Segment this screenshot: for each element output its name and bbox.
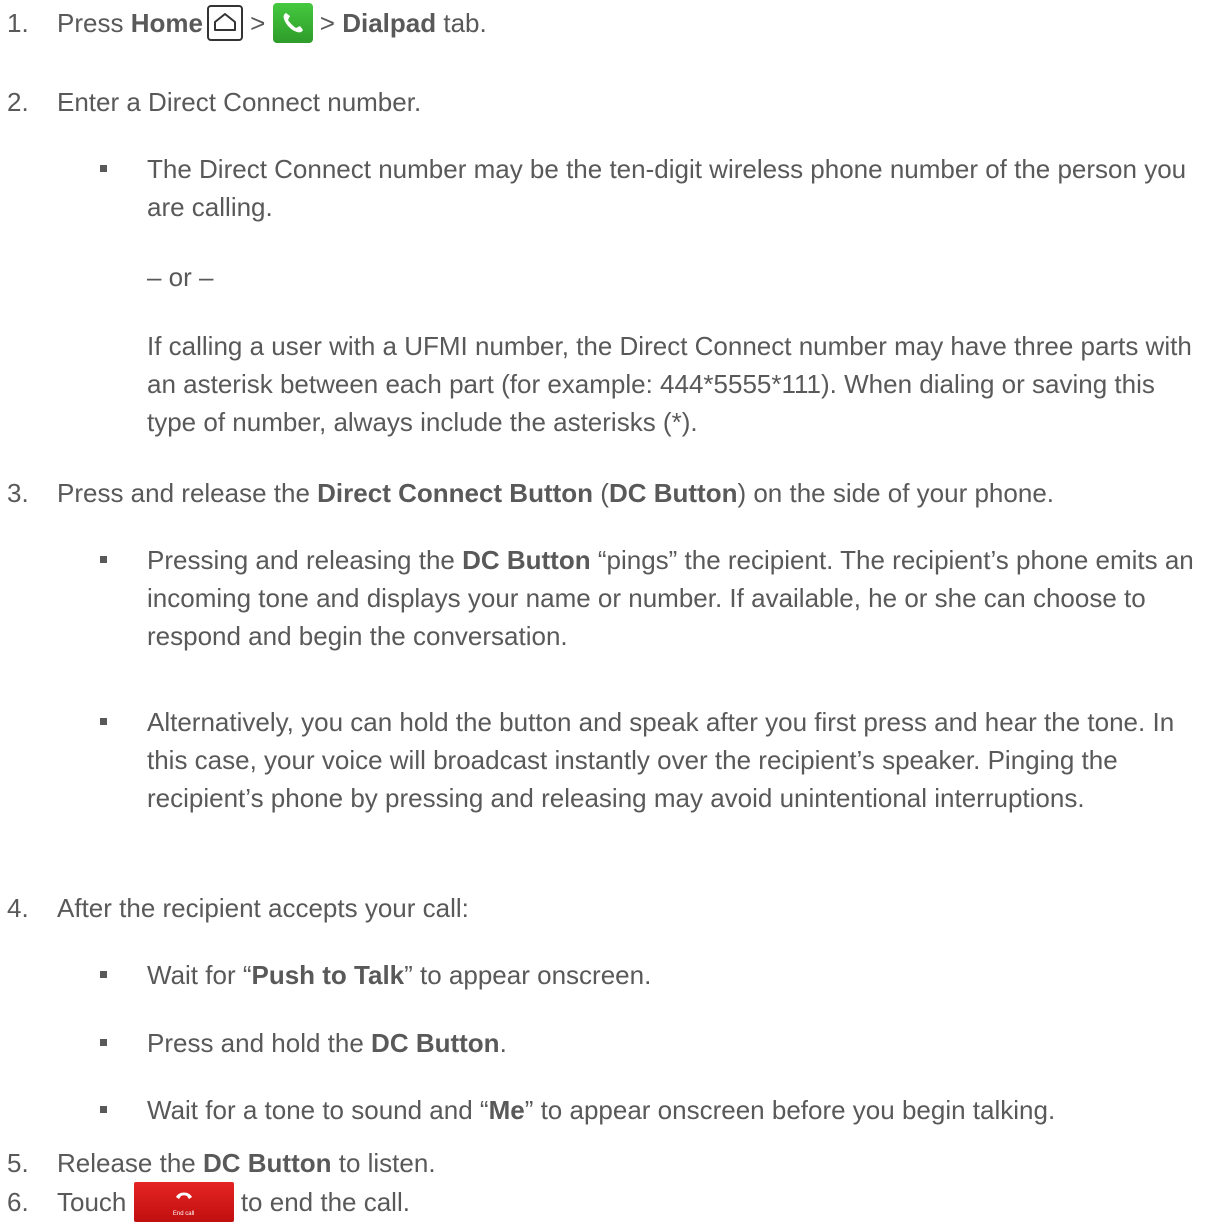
step-text: Press and release the Direct Connect But… <box>57 478 1054 508</box>
end-call-button-icon: End call <box>133 1182 234 1223</box>
bullet-icon <box>100 1039 107 1046</box>
bullet-icon <box>100 1106 107 1113</box>
bullet-item: Press and hold the DC Button. <box>100 1024 1200 1062</box>
bullet-text: Pressing and releasing the DC Button “pi… <box>147 545 1194 651</box>
bullet-icon <box>100 718 107 725</box>
step-number: 3. <box>7 478 29 508</box>
or-separator: – or – <box>147 262 214 292</box>
bullet-item: Alternatively, you can hold the button a… <box>100 703 1200 817</box>
bullet-text: Wait for a tone to sound and “Me” to app… <box>147 1095 1056 1125</box>
step-text: Release the DC Button to listen. <box>57 1148 436 1178</box>
bullet-icon <box>100 556 107 563</box>
step-text: Touch End call to end the call. <box>57 1182 410 1224</box>
step-number: 4. <box>7 893 29 923</box>
step-number: 2. <box>7 87 29 117</box>
step-number: 6. <box>7 1187 29 1217</box>
bullet-text: Alternatively, you can hold the button a… <box>147 707 1175 813</box>
home-icon <box>206 5 243 42</box>
bullet-icon <box>100 165 107 172</box>
step-number: 5. <box>7 1148 29 1178</box>
bullet-icon <box>100 971 107 978</box>
bullet-text: Press and hold the DC Button. <box>147 1028 507 1058</box>
step-text: Press Home > > Dialpad tab. <box>57 3 487 45</box>
ufmi-paragraph: If calling a user with a UFMI number, th… <box>147 331 1192 437</box>
bullet-item: Wait for “Push to Talk” to appear onscre… <box>100 956 1200 994</box>
bullet-text: Wait for “Push to Talk” to appear onscre… <box>147 960 652 990</box>
phone-app-icon <box>272 3 313 44</box>
bullet-text: The Direct Connect number may be the ten… <box>147 154 1187 222</box>
step-number: 1. <box>7 8 29 38</box>
step-text: After the recipient accepts your call: <box>57 893 469 923</box>
bullet-item: Pressing and releasing the DC Button “pi… <box>100 541 1200 655</box>
step-text: Enter a Direct Connect number. <box>57 87 422 117</box>
bullet-item: The Direct Connect number may be the ten… <box>100 150 1200 226</box>
bullet-item: Wait for a tone to sound and “Me” to app… <box>100 1091 1200 1129</box>
